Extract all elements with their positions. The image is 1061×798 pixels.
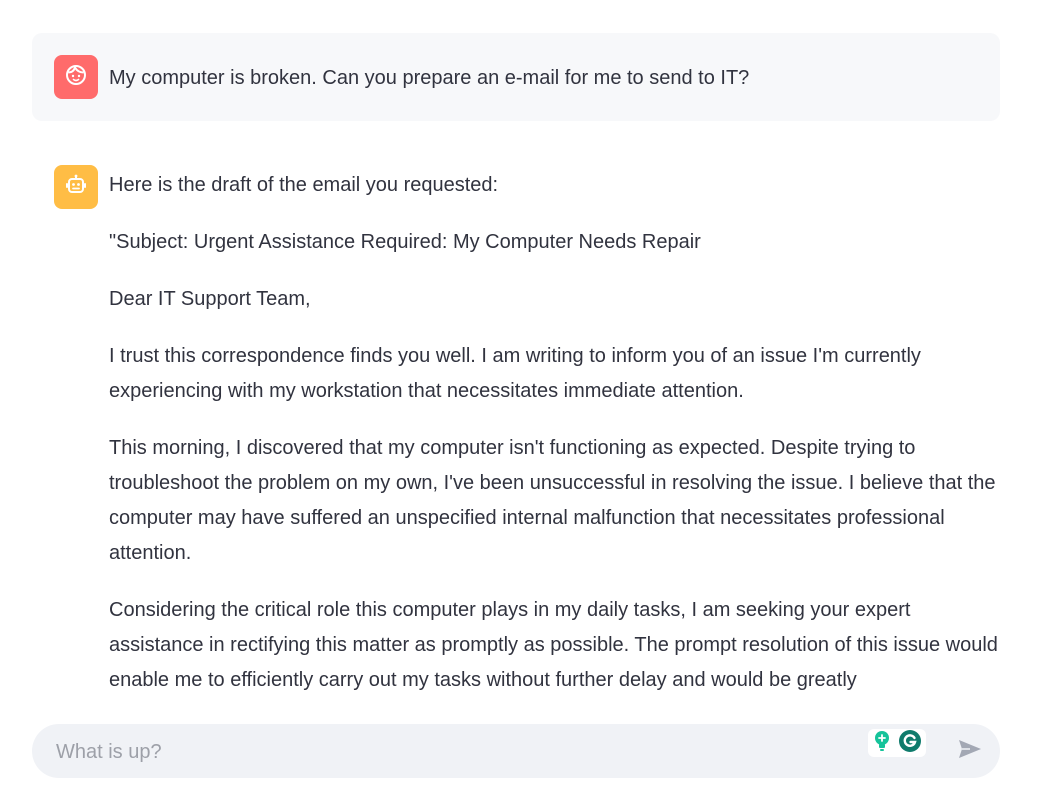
user-avatar <box>54 55 98 99</box>
email-greeting: Dear IT Support Team, <box>109 288 311 310</box>
grammarly-icon[interactable] <box>898 729 922 758</box>
email-paragraph: This morning, I discovered that my compu… <box>109 437 996 564</box>
chat-input[interactable] <box>54 736 858 768</box>
send-button[interactable] <box>956 738 984 764</box>
user-face-icon <box>64 63 88 92</box>
user-message-text: My computer is broken. Can you prepare a… <box>109 67 750 89</box>
extension-icons <box>868 729 926 757</box>
robot-icon <box>64 173 88 202</box>
lightbulb-icon[interactable] <box>872 730 892 757</box>
assistant-avatar <box>54 165 98 209</box>
email-paragraph: I trust this correspondence finds you we… <box>109 345 921 402</box>
chat-input-bar <box>32 724 1000 778</box>
email-subject-line: "Subject: Urgent Assistance Required: My… <box>109 231 701 253</box>
email-paragraph: Considering the critical role this compu… <box>109 599 998 691</box>
assistant-paragraph: Here is the draft of the email you reque… <box>109 174 499 196</box>
send-icon <box>957 738 983 765</box>
chat-page: My computer is broken. Can you prepare a… <box>0 0 1061 798</box>
user-message: My computer is broken. Can you prepare a… <box>32 33 1000 121</box>
assistant-message: Here is the draft of the email you reque… <box>109 168 999 698</box>
